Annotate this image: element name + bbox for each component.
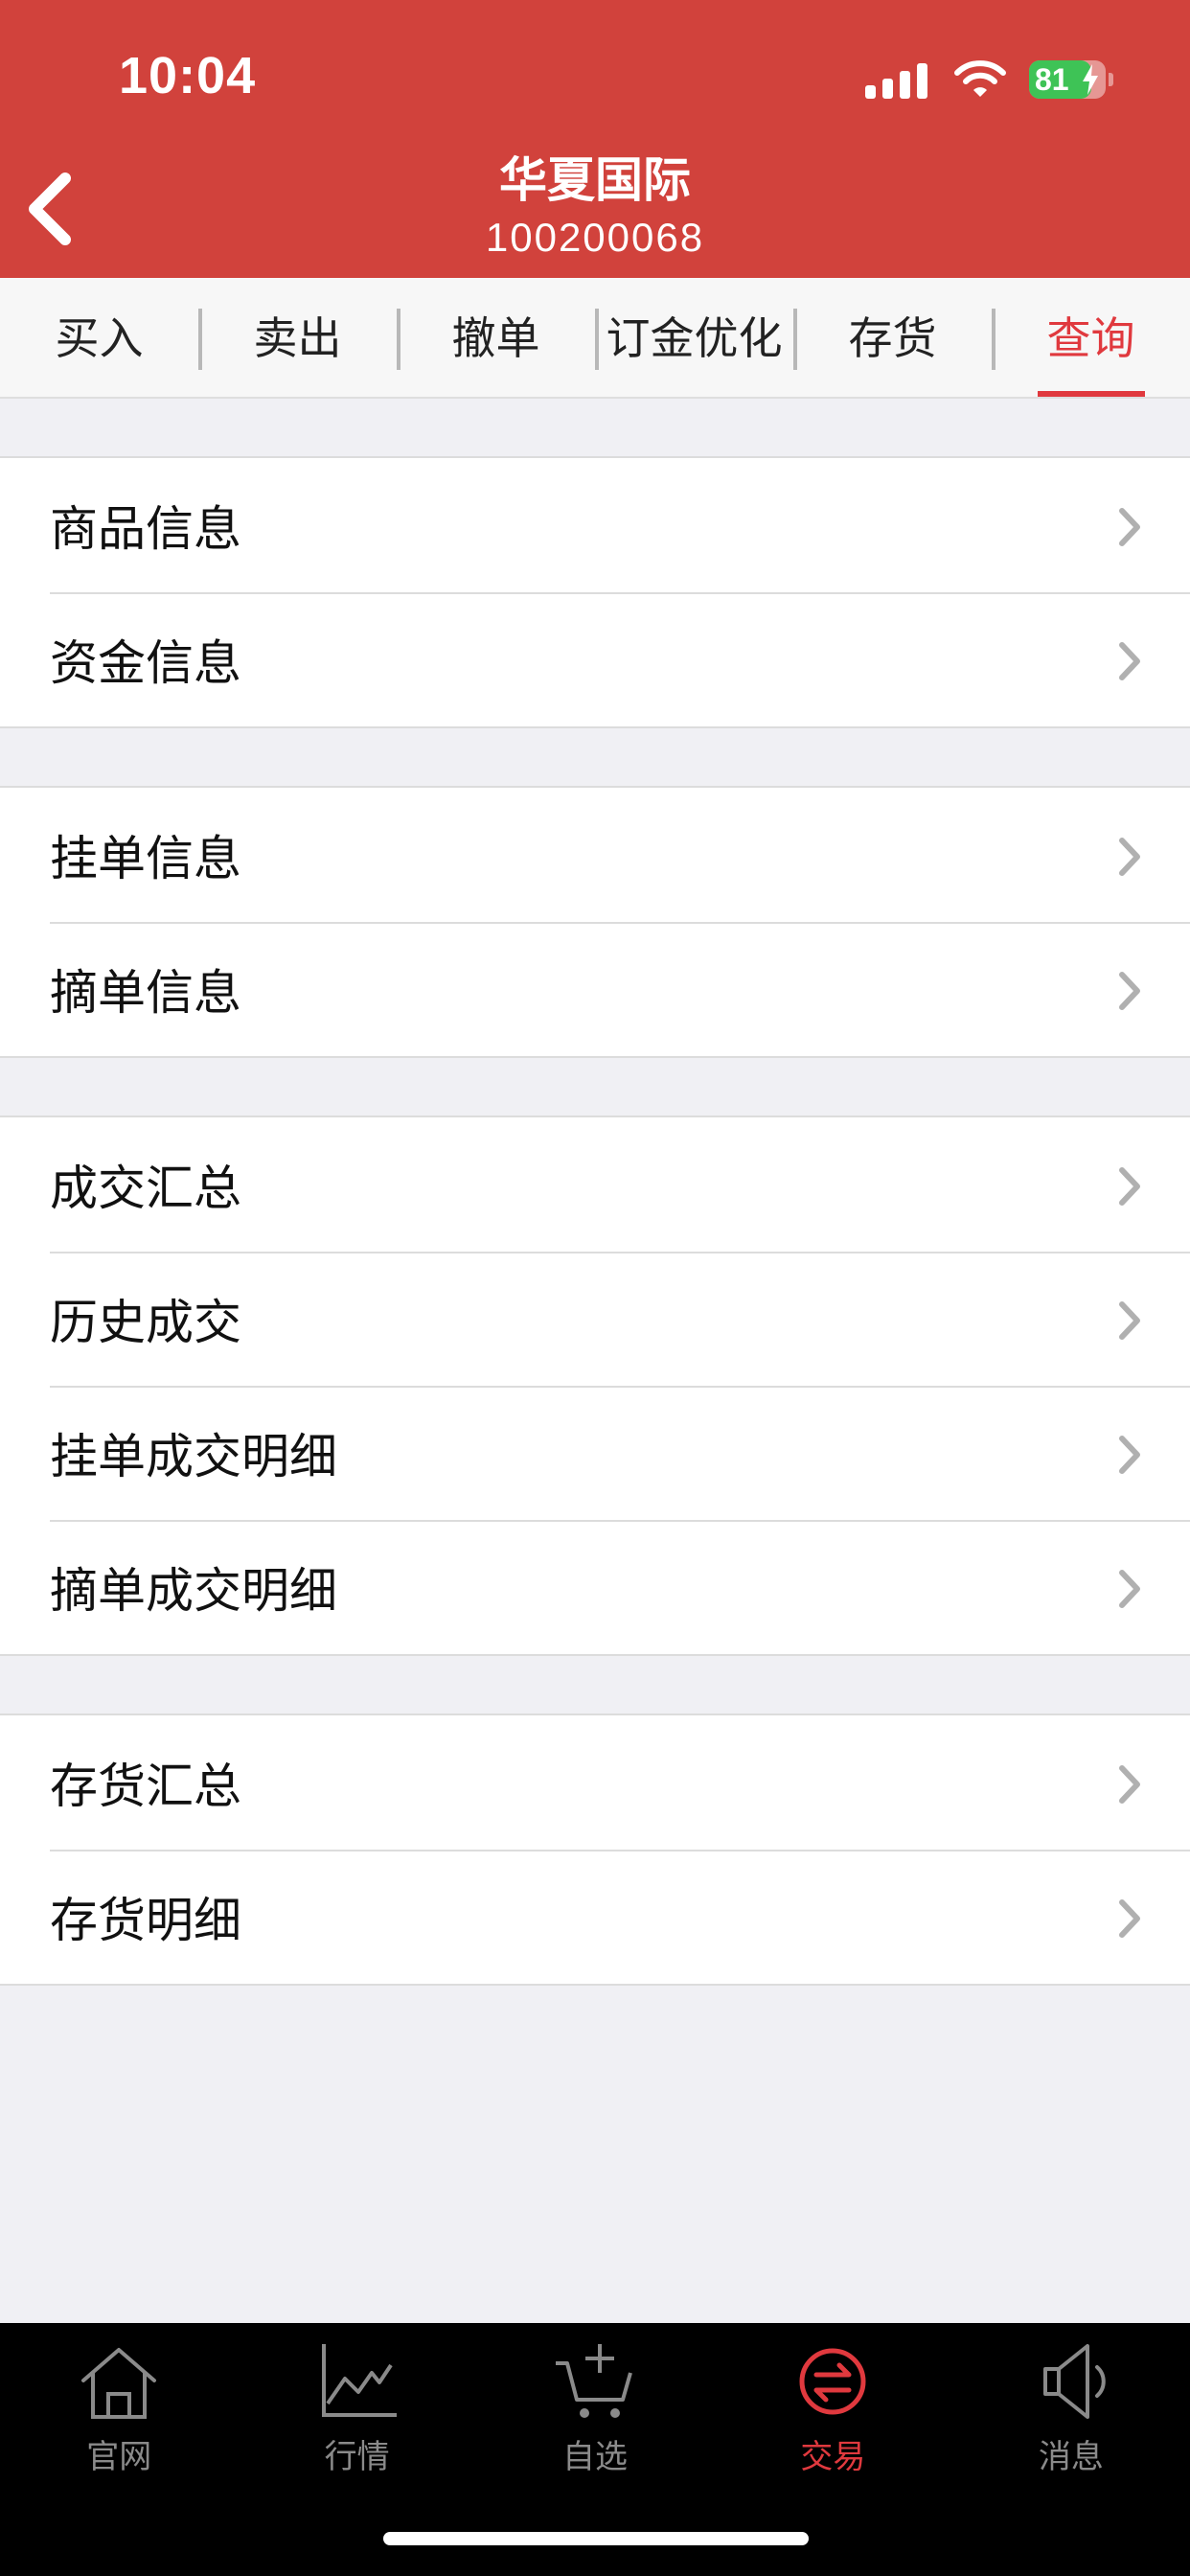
chevron-right-icon [1119, 1570, 1140, 1608]
list-item-label: 挂单信息 [50, 831, 241, 886]
list-item-label: 商品信息 [50, 501, 241, 557]
tab-query[interactable]: 查询 [992, 278, 1190, 397]
nav-label: 自选 [562, 2438, 629, 2476]
list-item-trade-summary[interactable]: 成交汇总 [0, 1117, 1190, 1252]
charging-bolt-icon [1083, 64, 1098, 95]
nav-item-watchlist[interactable]: 自选 [476, 2323, 714, 2515]
account-number: 100200068 [485, 215, 705, 260]
list-item-label: 存货明细 [50, 1893, 241, 1948]
list-item-delisting-trade-detail[interactable]: 摘单成交明细 [0, 1520, 1190, 1654]
nav-item-website[interactable]: 官网 [0, 2323, 238, 2515]
list-item-trade-history[interactable]: 历史成交 [0, 1252, 1190, 1386]
list-item-listing-trade-detail[interactable]: 挂单成交明细 [0, 1386, 1190, 1520]
list-item-fund-info[interactable]: 资金信息 [0, 592, 1190, 726]
list-item-listing-info[interactable]: 挂单信息 [0, 788, 1190, 922]
nav-label: 交易 [800, 2438, 866, 2476]
status-indicators: 81 [865, 56, 1113, 104]
nav-label: 官网 [86, 2438, 152, 2476]
home-indicator[interactable] [383, 2532, 809, 2545]
list-item-label: 挂单成交明细 [50, 1429, 337, 1484]
chevron-right-icon [1119, 508, 1140, 546]
nav-label: 行情 [324, 2438, 390, 2476]
list-item-label: 成交汇总 [50, 1161, 241, 1216]
trade-tab-bar: 买入 卖出 撤单 订金优化 存货 查询 [0, 278, 1190, 399]
tab-buy[interactable]: 买入 [0, 278, 198, 397]
list-item-delisting-info[interactable]: 摘单信息 [0, 922, 1190, 1056]
menu-group: 存货汇总 存货明细 [0, 1714, 1190, 1986]
chevron-right-icon [1119, 1167, 1140, 1206]
menu-group: 成交汇总 历史成交 挂单成交明细 摘单成交明细 [0, 1116, 1190, 1656]
query-menu: 商品信息 资金信息 挂单信息 摘单信息 成交汇总 历史成交 挂单成交明细 摘单成… [0, 399, 1190, 1986]
chevron-right-icon [1119, 1301, 1140, 1340]
chevron-right-icon [1119, 972, 1140, 1010]
cart-icon [556, 2344, 632, 2418]
app-header: 10:04 81 华夏国际 100200068 [0, 0, 1190, 278]
menu-group: 挂单信息 摘单信息 [0, 786, 1190, 1058]
status-time: 10:04 [119, 47, 257, 104]
chevron-right-icon [1119, 838, 1140, 876]
list-item-label: 摘单信息 [50, 965, 241, 1021]
list-item-label: 摘单成交明细 [50, 1563, 337, 1619]
tab-deposit-optimize[interactable]: 订金优化 [595, 278, 793, 397]
nav-item-market[interactable]: 行情 [238, 2323, 475, 2515]
nav-item-trade[interactable]: 交易 [714, 2323, 951, 2515]
exchange-icon [799, 2348, 866, 2415]
nav-label: 消息 [1038, 2438, 1104, 2476]
chart-icon [321, 2344, 397, 2417]
tab-inventory[interactable]: 存货 [793, 278, 992, 397]
menu-group: 商品信息 资金信息 [0, 456, 1190, 728]
speaker-icon [1042, 2344, 1106, 2419]
list-item-inventory-detail[interactable]: 存货明细 [0, 1850, 1190, 1984]
wifi-icon [954, 60, 1006, 97]
list-item-label: 存货汇总 [50, 1759, 241, 1814]
chevron-right-icon [1119, 1899, 1140, 1938]
chevron-right-icon [1119, 1436, 1140, 1474]
nav-item-messages[interactable]: 消息 [952, 2323, 1190, 2515]
list-item-product-info[interactable]: 商品信息 [0, 458, 1190, 592]
page-title: 华夏国际 [499, 152, 691, 208]
tab-sell[interactable]: 卖出 [198, 278, 397, 397]
chevron-right-icon [1119, 642, 1140, 680]
battery-icon: 81 [1029, 60, 1106, 99]
list-item-label: 历史成交 [50, 1295, 241, 1350]
chevron-right-icon [1119, 1765, 1140, 1804]
list-item-inventory-summary[interactable]: 存货汇总 [0, 1715, 1190, 1850]
list-item-label: 资金信息 [50, 635, 241, 691]
home-icon [81, 2348, 157, 2419]
tab-cancel-order[interactable]: 撤单 [397, 278, 595, 397]
cellular-signal-icon [865, 60, 927, 99]
